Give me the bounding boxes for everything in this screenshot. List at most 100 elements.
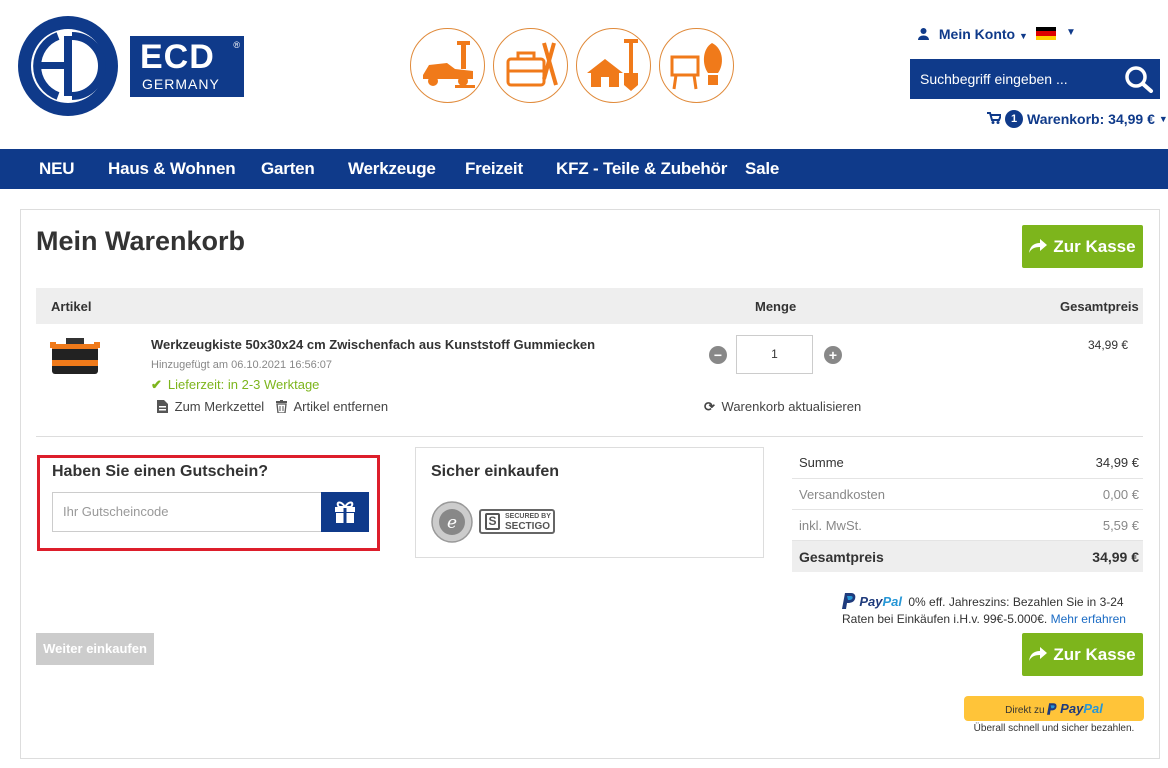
- continue-shopping-button[interactable]: Weiter einkaufen: [36, 633, 154, 665]
- logo-sub: GERMANY: [142, 76, 220, 92]
- share-arrow-icon: [1029, 633, 1048, 676]
- language-chevron-down-icon[interactable]: ▼: [1066, 27, 1076, 38]
- check-icon: ✔: [151, 377, 162, 392]
- shipping-label: Versandkosten: [799, 487, 886, 502]
- paypal-button-pal: Pal: [1083, 701, 1103, 716]
- cart-label: Warenkorb: 34,99 €: [1027, 111, 1155, 127]
- totals-row-sum: Summe 34,99 €: [792, 447, 1143, 478]
- refresh-icon: ⟳: [704, 399, 715, 414]
- svg-text:e: e: [447, 513, 457, 533]
- trusted-shops-seal-icon[interactable]: e: [431, 501, 473, 548]
- checkout-button-bottom[interactable]: Zur Kasse: [1022, 633, 1143, 676]
- gift-icon: [321, 501, 369, 536]
- coupon-title: Haben Sie einen Gutschein?: [52, 463, 269, 480]
- product-name[interactable]: Werkzeugkiste 50x30x24 cm Zwischenfach a…: [151, 337, 595, 352]
- remove-item-link[interactable]: Artikel entfernen: [275, 399, 389, 414]
- house-shovel-icon[interactable]: [576, 28, 651, 103]
- logo-wordmark[interactable]: ECD ® GERMANY: [130, 36, 244, 97]
- trash-icon: [275, 399, 291, 414]
- logo-brand: ECD: [140, 38, 215, 76]
- search-input[interactable]: [910, 59, 1115, 99]
- paypal-logo-pal: Pal: [882, 594, 902, 609]
- vat-label: inkl. MwSt.: [799, 518, 862, 533]
- paypal-button-logo: PayPal: [1060, 701, 1103, 716]
- column-total: Gesamtpreis: [1060, 299, 1139, 314]
- toolbox-icon[interactable]: [493, 28, 568, 103]
- page-title: Mein Warenkorb: [36, 226, 246, 256]
- german-flag-icon[interactable]: [1036, 27, 1056, 40]
- nav-item-neu[interactable]: NEU: [39, 149, 74, 189]
- cart-table-header: Artikel Menge Gesamtpreis: [36, 288, 1143, 324]
- shipping-value: 0,00 €: [1102, 487, 1139, 502]
- chevron-down-icon: ▼: [1019, 31, 1028, 41]
- sectigo-line1: SECURED BY: [505, 513, 551, 520]
- update-cart-link[interactable]: ⟳ Warenkorb aktualisieren: [704, 399, 861, 415]
- totals-row-grand-total: Gesamtpreis 34,99 €: [792, 540, 1143, 572]
- grand-total-label: Gesamtpreis: [799, 549, 884, 565]
- nav-item-freizeit[interactable]: Freizeit: [465, 149, 523, 189]
- sum-label: Summe: [799, 455, 844, 470]
- mini-cart[interactable]: 1 Warenkorb: 34,99 € ▼: [987, 110, 1168, 128]
- learn-more-link[interactable]: Mehr erfahren: [1051, 612, 1126, 626]
- paypal-button-pay: Pay: [1060, 701, 1084, 716]
- car-jack-icon[interactable]: [410, 28, 485, 103]
- logo-registered: ®: [233, 40, 240, 50]
- checkout-label-bottom: Zur Kasse: [1053, 645, 1136, 664]
- grand-total-value: 34,99 €: [1092, 549, 1139, 565]
- nav-item-sale[interactable]: Sale: [745, 149, 779, 189]
- item-total-price: 34,99 €: [1088, 338, 1129, 352]
- wishlist-link[interactable]: Zum Merkzettel: [157, 399, 268, 414]
- nav-item-garten[interactable]: Garten: [261, 149, 315, 189]
- sectigo-seal[interactable]: S SECURED BY SECTIGO: [479, 509, 555, 534]
- lamp-bulb-icon[interactable]: [659, 28, 734, 103]
- totals-row-shipping: Versandkosten 0,00 €: [792, 478, 1143, 509]
- sum-value: 34,99 €: [1095, 455, 1139, 470]
- delivery-label: Lieferzeit: in 2-3 Werktage: [167, 377, 320, 392]
- paypal-p-icon: [842, 593, 859, 609]
- product-actions: Zum Merkzettel Artikel entfernen: [157, 399, 396, 414]
- paypal-tagline: Überall schnell und sicher bezahlen.: [973, 723, 1135, 734]
- secure-shopping-title: Sicher einkaufen: [431, 463, 560, 480]
- checkout-button-top[interactable]: Zur Kasse: [1022, 225, 1143, 268]
- paypal-logo-pay: Pay: [859, 594, 883, 609]
- account-menu[interactable]: Mein Konto ▼: [918, 26, 1028, 42]
- wishlist-label: Zum Merkzettel: [174, 399, 265, 414]
- paypal-button-prefix: Direkt zu: [1005, 705, 1045, 716]
- quantity-input[interactable]: 1: [736, 335, 813, 374]
- delivery-status: ✔ Lieferzeit: in 2-3 Werktage: [151, 377, 319, 393]
- document-icon: [157, 399, 172, 414]
- product-thumbnail[interactable]: [50, 330, 102, 382]
- search-bar: [910, 59, 1160, 99]
- cart-count-badge: 1: [1005, 110, 1023, 128]
- site-header: ECD ® GERMANY Mein Konto ▼ ▼ Suchbegriff…: [0, 0, 1168, 149]
- user-icon: [918, 26, 933, 42]
- checkout-label: Zur Kasse: [1053, 237, 1136, 256]
- totals-row-vat: inkl. MwSt. 5,59 €: [792, 509, 1143, 540]
- cart-chevron-down-icon: ▼: [1158, 114, 1168, 124]
- redeem-coupon-button[interactable]: [321, 492, 369, 532]
- share-arrow-icon: [1029, 225, 1048, 268]
- column-article: Artikel: [51, 299, 92, 314]
- update-cart-label: Warenkorb aktualisieren: [721, 399, 862, 414]
- nav-item-kfz[interactable]: KFZ - Teile & Zubehör: [556, 149, 727, 189]
- quantity-increase-button[interactable]: +: [824, 346, 842, 364]
- quantity-decrease-button[interactable]: −: [709, 346, 727, 364]
- main-navigation: NEU Haus & Wohnen Garten Werkzeuge Freiz…: [0, 149, 1168, 189]
- sectigo-s-icon: S: [485, 513, 500, 530]
- column-quantity: Menge: [755, 299, 797, 314]
- paypal-installment-info: PayPal 0% eff. Jahreszins: Bezahlen Sie …: [842, 593, 1142, 628]
- section-divider: [36, 436, 1143, 437]
- remove-label: Artikel entfernen: [293, 399, 389, 414]
- paypal-express-button[interactable]: Direkt zu PayPal: [964, 696, 1144, 721]
- account-label: Mein Konto: [938, 26, 1016, 42]
- paypal-p-icon: [1047, 703, 1060, 716]
- sectigo-line2: SECTIGO: [505, 521, 551, 532]
- cart-icon: [987, 111, 1003, 127]
- search-icon[interactable]: [1124, 65, 1154, 93]
- paypal-logo: PayPal: [859, 594, 902, 609]
- nav-item-haus-wohnen[interactable]: Haus & Wohnen: [108, 149, 236, 189]
- coupon-input[interactable]: Ihr Gutscheincode: [52, 492, 322, 532]
- logo-emblem-icon: [18, 16, 118, 116]
- nav-item-werkzeuge[interactable]: Werkzeuge: [348, 149, 436, 189]
- vat-value: 5,59 €: [1102, 518, 1139, 533]
